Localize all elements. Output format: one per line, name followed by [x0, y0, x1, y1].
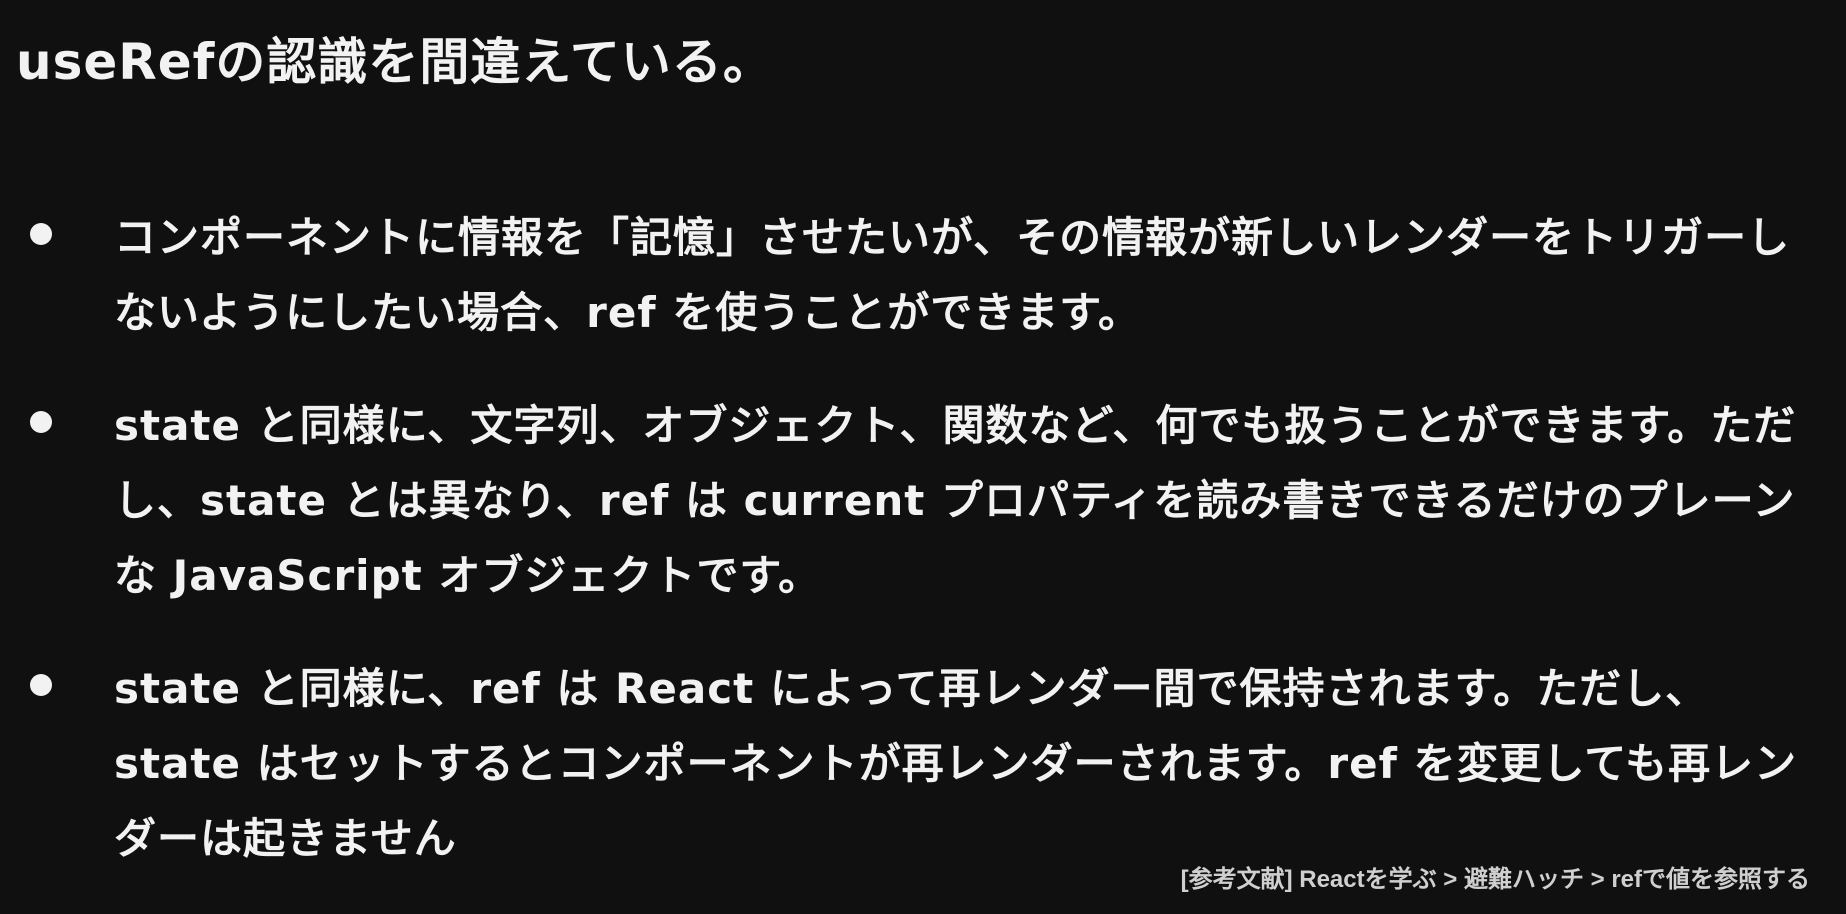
bullet-list: コンポーネントに情報を「記憶」させたいが、その情報が新しいレンダーをトリガーしな… [30, 200, 1820, 914]
bullet-text: state と同様に、ref は React によって再レンダー間で保持されます… [114, 664, 1798, 863]
bullet-text: コンポーネントに情報を「記憶」させたいが、その情報が新しいレンダーをトリガーしな… [114, 213, 1791, 337]
bullet-item: state と同様に、文字列、オブジェクト、関数など、何でも扱うことができます。… [30, 388, 1820, 613]
bullet-dot-icon [30, 223, 52, 245]
bullet-dot-icon [30, 411, 52, 433]
reference-footnote: [参考文献] Reactを学ぶ > 避難ハッチ > refで値を参照する [1180, 866, 1810, 893]
bullet-dot-icon [30, 674, 52, 696]
slide: useRefの認識を間違えている。 コンポーネントに情報を「記憶」させたいが、そ… [0, 0, 1846, 914]
slide-title: useRefの認識を間違えている。 [16, 33, 774, 91]
bullet-text: state と同様に、文字列、オブジェクト、関数など、何でも扱うことができます。… [114, 401, 1797, 600]
bullet-item: state と同様に、ref は React によって再レンダー間で保持されます… [30, 651, 1820, 876]
bullet-item: コンポーネントに情報を「記憶」させたいが、その情報が新しいレンダーをトリガーしな… [30, 200, 1820, 350]
